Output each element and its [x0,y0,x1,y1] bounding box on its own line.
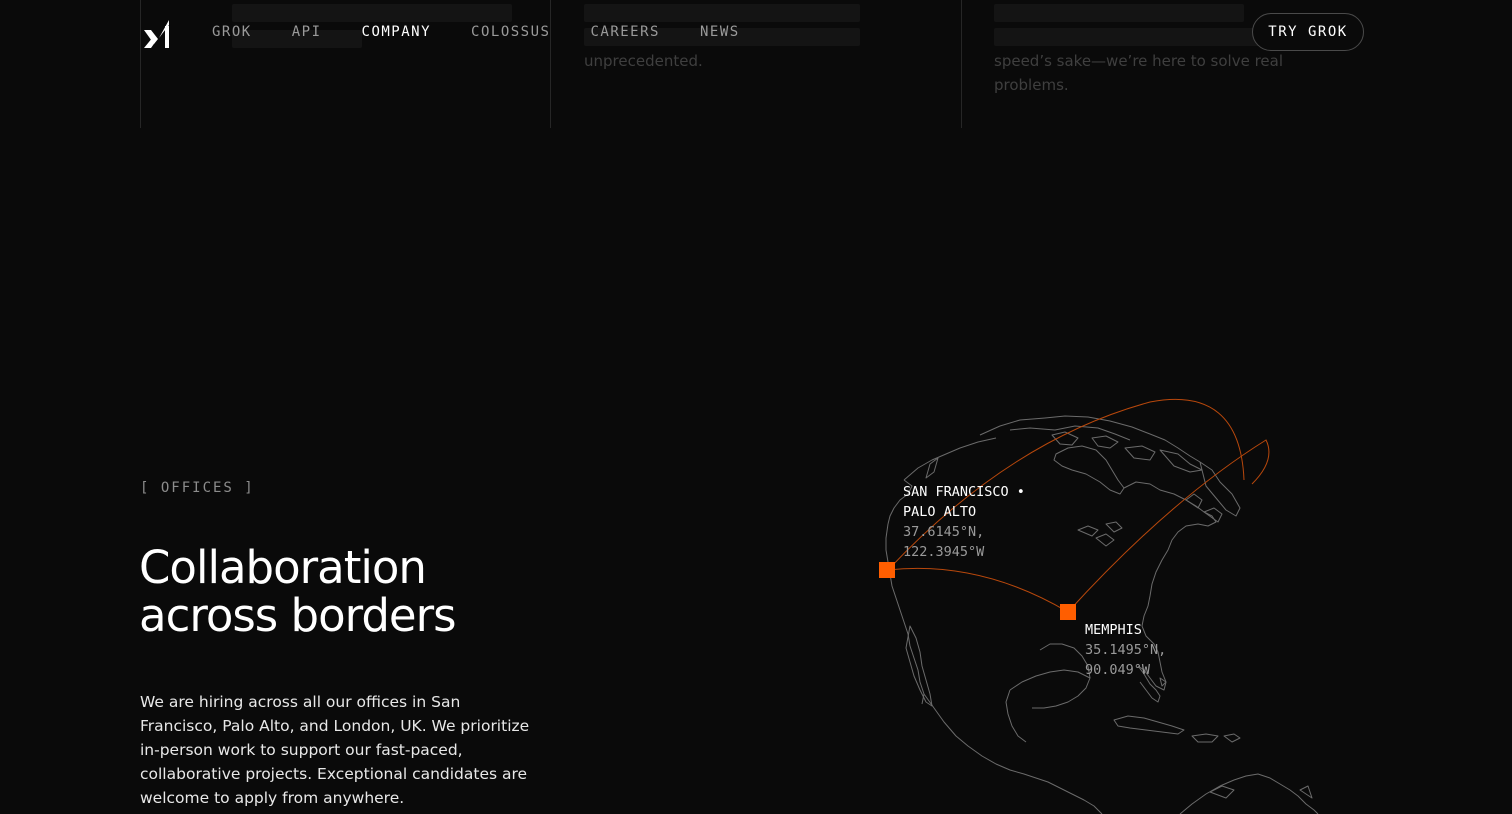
try-grok-button[interactable]: TRY GROK [1252,13,1364,51]
faded-value-text: problems. [994,76,1069,94]
nav-link-grok[interactable]: GROK [212,24,252,40]
page: unprecedented. speed’s sake—we’re here t… [0,0,1512,814]
nav-link-colossus[interactable]: COLOSSUS [471,24,550,40]
location-city: PALO ALTO [903,504,977,520]
location-longitude: 122.3945°W [903,544,985,560]
location-city: SAN FRANCISCO • [903,484,1025,500]
memphis-location-label: MEMPHIS 35.1495°N, 90.049°W [1085,620,1166,680]
location-city: MEMPHIS [1085,622,1142,638]
sf-office-marker[interactable] [879,562,895,578]
globe-map-svg [879,398,1319,814]
headline-line: across borders [139,589,457,642]
continent-outlines [885,415,1319,814]
section-headline: Collaboration across borders [139,544,599,640]
xai-logo-icon[interactable] [142,17,172,49]
location-longitude: 90.049°W [1085,662,1151,678]
offices-map: SAN FRANCISCO • PALO ALTO 37.6145°N, 122… [860,390,1340,814]
location-latitude: 37.6145°N, [903,524,985,540]
sf-location-label: SAN FRANCISCO • PALO ALTO 37.6145°N, 122… [903,482,1025,562]
nav-link-careers[interactable]: CAREERS [590,24,660,40]
section-eyebrow: [ OFFICES ] [140,480,255,496]
section-body: We are hiring across all our offices in … [140,693,530,807]
nav-link-api[interactable]: API [292,24,322,40]
memphis-office-marker[interactable] [1060,604,1076,620]
top-nav: GROK API COMPANY COLOSSUS CAREERS NEWS T… [0,0,1512,64]
nav-link-company[interactable]: COMPANY [362,24,432,40]
nav-link-news[interactable]: NEWS [700,24,740,40]
nav-links: GROK API COMPANY COLOSSUS CAREERS NEWS [212,24,740,40]
headline-line: Collaboration [139,541,427,594]
location-latitude: 35.1495°N, [1085,642,1167,658]
arc-sf-to-memphis [887,567,1069,613]
arc-memphis-to-london [1067,439,1270,613]
